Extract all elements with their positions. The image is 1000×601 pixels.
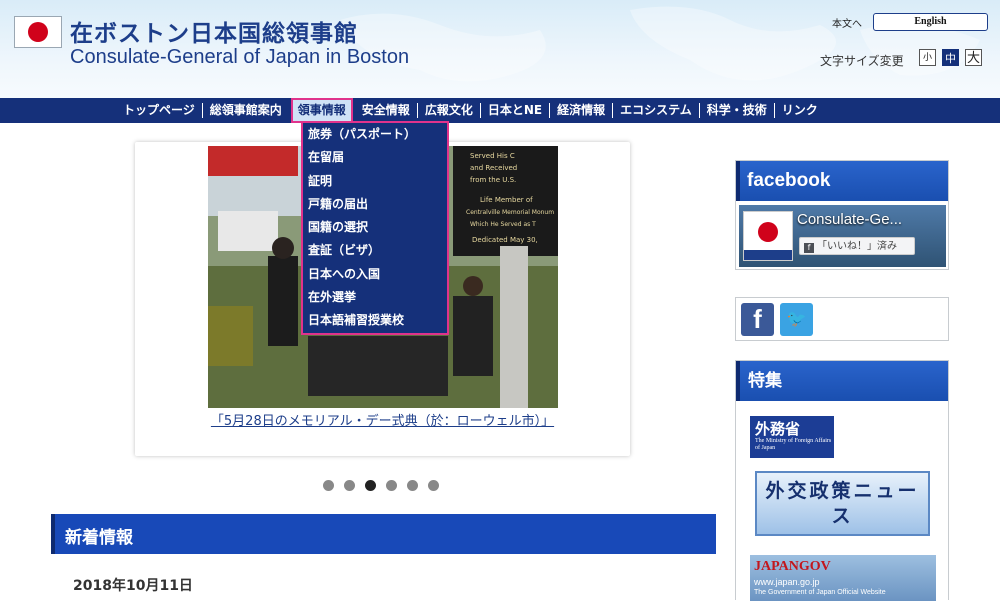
facebook-page-card[interactable]: Consulate-Ge... f 「いいね！」済み: [739, 205, 946, 267]
slider-dot[interactable]: [344, 480, 355, 491]
slider-dot[interactable]: [386, 480, 397, 491]
english-button[interactable]: English: [873, 13, 988, 31]
mofa-banner-subtitle: The Ministry of Foreign Affairs of Japan: [755, 438, 832, 451]
font-size-large-button[interactable]: 大: [965, 49, 982, 66]
nav-consulate-info[interactable]: 総領事館案内: [203, 98, 289, 123]
skip-to-content-link[interactable]: 本文へ: [832, 15, 862, 30]
nav-links[interactable]: リンク: [775, 98, 825, 123]
site-header: 在ボストン日本国総領事館 Consulate-General of Japan …: [0, 0, 1000, 98]
japangov-banner[interactable]: JAPANGOV www.japan.go.jp The Government …: [750, 555, 936, 601]
facebook-icon: f: [804, 243, 814, 253]
slider-dot-active[interactable]: [365, 480, 376, 491]
nav-science-tech[interactable]: 科学・技術: [700, 98, 774, 123]
nav-consular-info[interactable]: 領事情報: [290, 98, 353, 123]
plaque-line: Dedicated May 30,: [472, 236, 538, 244]
dropdown-item-visa[interactable]: 査証（ビザ）: [303, 239, 447, 262]
dropdown-item-residence-registration[interactable]: 在留届: [303, 146, 447, 169]
nav-ecosystem[interactable]: エコシステム: [613, 98, 699, 123]
slider-dot[interactable]: [323, 480, 334, 491]
diplomacy-news-banner[interactable]: 外交政策ニュース: [755, 471, 930, 536]
dropdown-item-certificates[interactable]: 証明: [303, 170, 447, 193]
facebook-page-avatar: [743, 211, 793, 261]
feature-widget: 特集 外務省 The Ministry of Foreign Affairs o…: [735, 360, 949, 601]
news-section-header: 新着情報: [51, 514, 716, 554]
slide-caption-link[interactable]: 「5月28日のメモリアル・デー式典（於：ローウェル市）」: [135, 410, 630, 429]
dropdown-item-passport[interactable]: 旅券（パスポート）: [303, 123, 447, 146]
diplomacy-news-label: 外交政策ニュース: [765, 480, 920, 527]
dropdown-item-overseas-voting[interactable]: 在外選挙: [303, 286, 447, 309]
slider-dot[interactable]: [428, 480, 439, 491]
plaque-line: Served His C: [470, 152, 515, 160]
japangov-title: JAPANGOV: [754, 559, 831, 574]
facebook-share-icon[interactable]: f: [741, 303, 774, 336]
dropdown-item-family-register[interactable]: 戸籍の届出: [303, 193, 447, 216]
dropdown-item-japanese-school[interactable]: 日本語補習授業校: [303, 309, 447, 332]
nav-safety-info[interactable]: 安全情報: [355, 98, 417, 123]
facebook-page-name[interactable]: Consulate-Ge...: [797, 211, 902, 228]
news-section-title: 新着情報: [65, 528, 133, 548]
social-share-widget: f 🐦: [735, 297, 949, 341]
font-size-label: 文字サイズ変更: [820, 54, 904, 68]
site-title-en[interactable]: Consulate-General of Japan in Boston: [70, 46, 409, 69]
twitter-share-icon[interactable]: 🐦: [780, 303, 813, 336]
plaque-line: from the U.S.: [470, 176, 516, 184]
facebook-widget: facebook Consulate-Ge... f 「いいね！」済み: [735, 160, 949, 270]
nav-top-page[interactable]: トップページ: [116, 98, 202, 123]
plaque-line: Centralville Memorial Monum: [466, 209, 554, 216]
font-size-medium-button[interactable]: 中: [942, 49, 959, 66]
japangov-url: www.japan.go.jp: [754, 577, 820, 587]
nav-economy[interactable]: 経済情報: [550, 98, 612, 123]
feature-widget-title: 特集: [736, 361, 948, 401]
mofa-banner[interactable]: 外務省 The Ministry of Foreign Affairs of J…: [750, 416, 834, 458]
main-nav: トップページ 総領事館案内 領事情報 安全情報 広報文化 日本とNE 経済情報 …: [116, 98, 825, 123]
dropdown-item-entry-to-japan[interactable]: 日本への入国: [303, 263, 447, 286]
nav-japan-ne[interactable]: 日本とNE: [481, 98, 549, 123]
slider-dot[interactable]: [407, 480, 418, 491]
plaque-line: Which He Served as T: [470, 221, 536, 228]
japan-flag-logo[interactable]: [14, 16, 62, 48]
facebook-widget-title: facebook: [736, 161, 948, 201]
news-date: 2018年10月11日: [73, 578, 193, 594]
plaque-line: Life Member of: [480, 196, 533, 204]
slider-pagination: [323, 480, 439, 491]
plaque-line: and Received: [470, 164, 517, 172]
nav-culture[interactable]: 広報文化: [418, 98, 480, 123]
site-title-jp[interactable]: 在ボストン日本国総領事館: [70, 14, 358, 48]
font-size-small-button[interactable]: 小: [919, 49, 936, 66]
mofa-banner-title: 外務省: [755, 420, 801, 438]
consular-info-dropdown: 旅券（パスポート） 在留届 証明 戸籍の届出 国籍の選択 査証（ビザ） 日本への…: [301, 121, 449, 335]
facebook-like-label: 「いいね！」済み: [817, 241, 897, 252]
japangov-subtitle: The Government of Japan Official Website: [754, 589, 886, 596]
facebook-like-button[interactable]: f 「いいね！」済み: [799, 237, 915, 255]
dropdown-item-nationality[interactable]: 国籍の選択: [303, 216, 447, 239]
